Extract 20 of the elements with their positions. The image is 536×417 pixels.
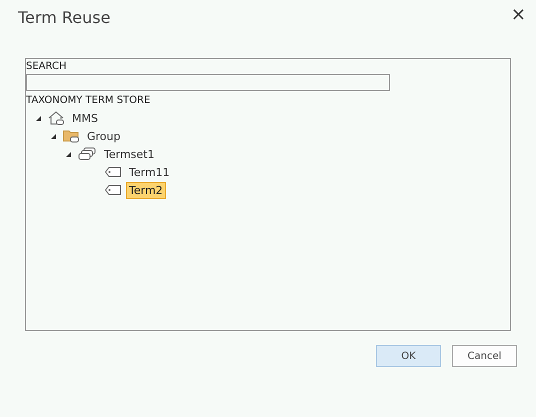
search-field[interactable] bbox=[26, 74, 390, 91]
tag-icon bbox=[105, 185, 121, 195]
dialog-title: Term Reuse bbox=[18, 7, 110, 29]
expanded-triangle-icon[interactable] bbox=[51, 134, 56, 138]
close-button[interactable]: × bbox=[510, 6, 526, 24]
house-icon bbox=[48, 111, 64, 125]
stacked-tags-icon bbox=[78, 147, 96, 161]
tree-item[interactable]: Term2 bbox=[126, 182, 166, 198]
tag-icon bbox=[105, 167, 121, 177]
tree-heading: TAXONOMY TERM STORE bbox=[26, 94, 152, 108]
expanded-triangle-icon[interactable] bbox=[36, 116, 41, 120]
tree-item[interactable]: MMS bbox=[69, 110, 101, 126]
search-label: SEARCH bbox=[26, 60, 68, 74]
expanded-triangle-icon[interactable] bbox=[66, 152, 71, 156]
ok-button[interactable]: OK bbox=[376, 345, 441, 367]
folder-icon bbox=[63, 129, 79, 143]
tree-item[interactable]: Term11 bbox=[126, 164, 173, 180]
cancel-button[interactable]: Cancel bbox=[452, 345, 517, 367]
tree-item[interactable]: Group bbox=[84, 128, 124, 144]
tree-item[interactable]: Termset1 bbox=[101, 146, 158, 162]
